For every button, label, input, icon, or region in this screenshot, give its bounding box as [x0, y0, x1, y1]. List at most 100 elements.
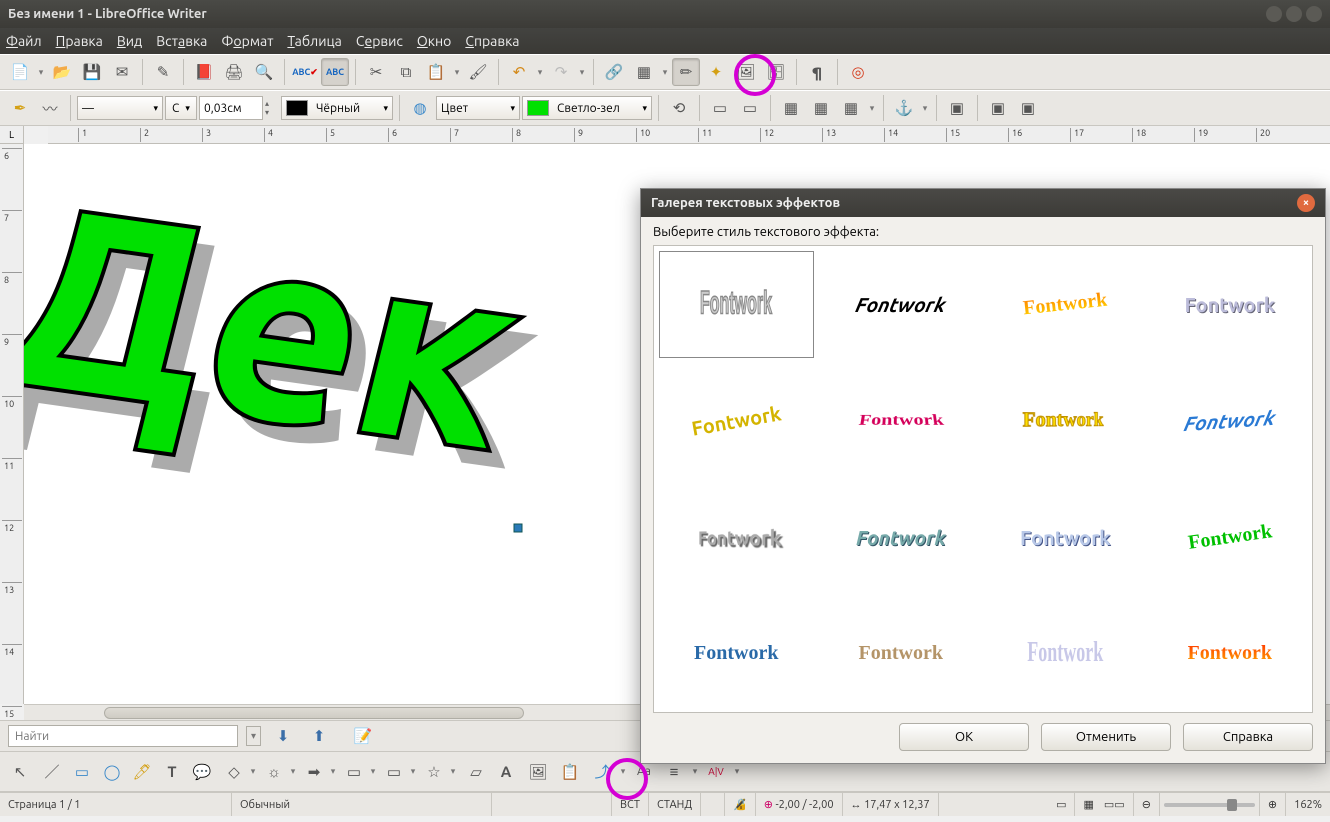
zoom-value[interactable]: 162% [1286, 793, 1330, 816]
menu-insert[interactable]: Вставка [156, 33, 207, 49]
help-button[interactable]: ◎ [844, 58, 872, 86]
navigator-button[interactable]: ✦ [702, 58, 730, 86]
callout-tool[interactable]: 💬 [188, 758, 216, 786]
callout-shapes-dropdown[interactable]: ▾ [408, 766, 418, 777]
fontwork-style-10[interactable]: Fontwork [819, 479, 984, 596]
symbol-shapes-tool[interactable]: ☼ [260, 758, 288, 786]
flowchart-shapes-tool[interactable]: ▭ [340, 758, 368, 786]
wrap-button[interactable]: ▣ [943, 94, 971, 122]
paste-button[interactable]: 📋 [422, 58, 450, 86]
fontwork-style-3[interactable]: Fontwork [983, 246, 1148, 363]
edit-points-button[interactable]: ✒ [6, 94, 34, 122]
menu-table[interactable]: Таблица [287, 33, 341, 49]
fontwork-gallery-grid[interactable]: Fontwork Fontwork Fontwork Fontwork Font… [653, 245, 1313, 713]
print-preview-button[interactable]: 🔍 [250, 58, 278, 86]
status-signature[interactable]: 🔏 [725, 793, 756, 816]
nonprinting-chars-button[interactable]: ¶ [803, 58, 831, 86]
undo-dropdown[interactable]: ▾ [535, 67, 545, 78]
status-insert[interactable]: ВСТ [612, 793, 649, 816]
fontwork-style-5[interactable]: Fontwork [654, 363, 819, 480]
auto-spellcheck-button[interactable]: ABC [321, 58, 349, 86]
status-selmode[interactable]: СТАНД [649, 793, 701, 816]
star-shapes-tool[interactable]: ☆ [420, 758, 448, 786]
copy-button[interactable]: ⧉ [392, 58, 420, 86]
maximize-button[interactable] [1286, 6, 1302, 22]
find-replace-button[interactable]: 📝 [349, 722, 377, 750]
basic-shapes-dropdown[interactable]: ▾ [248, 766, 258, 777]
rotate-button[interactable]: ⟲ [665, 94, 693, 122]
area-fill-button[interactable]: ◍ [406, 94, 434, 122]
fontwork-style-8[interactable]: Fontwork [1148, 363, 1313, 480]
points-tool[interactable]: ▱ [462, 758, 490, 786]
scrollbar-thumb[interactable] [104, 707, 524, 719]
ungroup-button[interactable]: ▣ [1014, 94, 1042, 122]
line-cap-combo[interactable]: C▾ [165, 96, 197, 120]
open-button[interactable]: 📂 [48, 58, 76, 86]
basic-shapes-tool[interactable]: ◇ [220, 758, 248, 786]
symbol-shapes-dropdown[interactable]: ▾ [288, 766, 298, 777]
line-width-down[interactable]: ▾ [265, 108, 279, 117]
paste-dropdown[interactable]: ▾ [452, 67, 462, 78]
close-window-button[interactable] [1306, 6, 1322, 22]
to-background-button[interactable]: ▭ [736, 94, 764, 122]
print-button[interactable]: 🖨 [220, 58, 248, 86]
undo-button[interactable]: ↶ [505, 58, 533, 86]
fontwork-style-14[interactable]: Fontwork [819, 596, 984, 713]
hyperlink-button[interactable]: 🔗 [600, 58, 628, 86]
anchor-button[interactable]: ⚓ [890, 94, 918, 122]
table-dropdown[interactable]: ▾ [660, 67, 670, 78]
export-pdf-button[interactable]: 📕 [190, 58, 218, 86]
menu-file[interactable]: Файл [6, 33, 42, 49]
data-sources-button[interactable]: 🗄 [762, 58, 790, 86]
fontwork-style-6[interactable]: Fontwork [819, 363, 984, 480]
fontwork-style-11[interactable]: Fontwork [983, 479, 1148, 596]
anchor-dropdown[interactable]: ▾ [920, 103, 930, 114]
bring-front-button[interactable]: ▦ [777, 94, 805, 122]
find-dropdown-icon[interactable]: ▾ [246, 726, 261, 746]
freeform-tool[interactable]: 🖊 [128, 758, 156, 786]
dialog-close-button[interactable]: × [1297, 194, 1315, 212]
line-width-field[interactable]: 0,03см [199, 96, 263, 120]
status-language[interactable] [492, 793, 612, 816]
fontwork-style-4[interactable]: Fontwork [1148, 246, 1313, 363]
email-button[interactable]: ✉ [108, 58, 136, 86]
fontwork-style-12[interactable]: Fontwork [1148, 479, 1313, 596]
menu-view[interactable]: Вид [117, 33, 142, 49]
fill-color-combo[interactable]: Светло-зел▾ [522, 96, 652, 120]
menu-format[interactable]: Формат [221, 33, 273, 49]
extrusion-button[interactable]: 📋 [556, 758, 584, 786]
arrow-shapes-dropdown[interactable]: ▾ [328, 766, 338, 777]
horizontal-ruler[interactable]: 1234567891011121314151617181920 [48, 126, 1330, 144]
minimize-button[interactable] [1266, 6, 1282, 22]
arrow-shapes-tool[interactable]: ➡ [300, 758, 328, 786]
redo-dropdown[interactable]: ▾ [577, 67, 587, 78]
new-doc-button[interactable]: 📄 [6, 58, 34, 86]
star-shapes-dropdown[interactable]: ▾ [448, 766, 458, 777]
fontwork-shape-dropdown[interactable]: ▾ [618, 766, 628, 777]
status-view-book[interactable]: ▭▭ [1096, 793, 1134, 816]
line-tool[interactable]: ／ [38, 758, 66, 786]
menu-service[interactable]: Сервис [356, 33, 403, 49]
callout-shapes-tool[interactable]: ▭ [380, 758, 408, 786]
fontwork-style-13[interactable]: Fontwork [654, 596, 819, 713]
line-width-up[interactable]: ▴ [265, 99, 279, 108]
fontwork-shape-button[interactable]: ⤴ [588, 758, 616, 786]
from-file-button[interactable]: 🖼 [524, 758, 552, 786]
align-dropdown[interactable]: ▾ [867, 103, 877, 114]
edit-doc-button[interactable]: ✎ [149, 58, 177, 86]
fontwork-style-16[interactable]: Fontwork [1148, 596, 1313, 713]
line-tool-button[interactable]: 〰 [36, 94, 64, 122]
gallery-button[interactable]: 🖼 [732, 58, 760, 86]
dialog-titlebar[interactable]: Галерея текстовых эффектов × [641, 189, 1325, 217]
send-back-button[interactable]: ▦ [807, 94, 835, 122]
to-foreground-button[interactable]: ▭ [706, 94, 734, 122]
fontwork-spacing-dropdown[interactable]: ▾ [732, 766, 742, 777]
cut-button[interactable]: ✂ [362, 58, 390, 86]
find-prev-button[interactable]: ⬆ [305, 722, 333, 750]
status-style[interactable]: Обычный [232, 793, 492, 816]
text-tool[interactable]: T [158, 758, 186, 786]
status-view-single[interactable]: ▭ [1048, 793, 1075, 816]
redo-button[interactable]: ↷ [547, 58, 575, 86]
zoom-out-button[interactable]: ⊖ [1134, 793, 1160, 816]
fontwork-gallery-button[interactable]: A [492, 758, 520, 786]
